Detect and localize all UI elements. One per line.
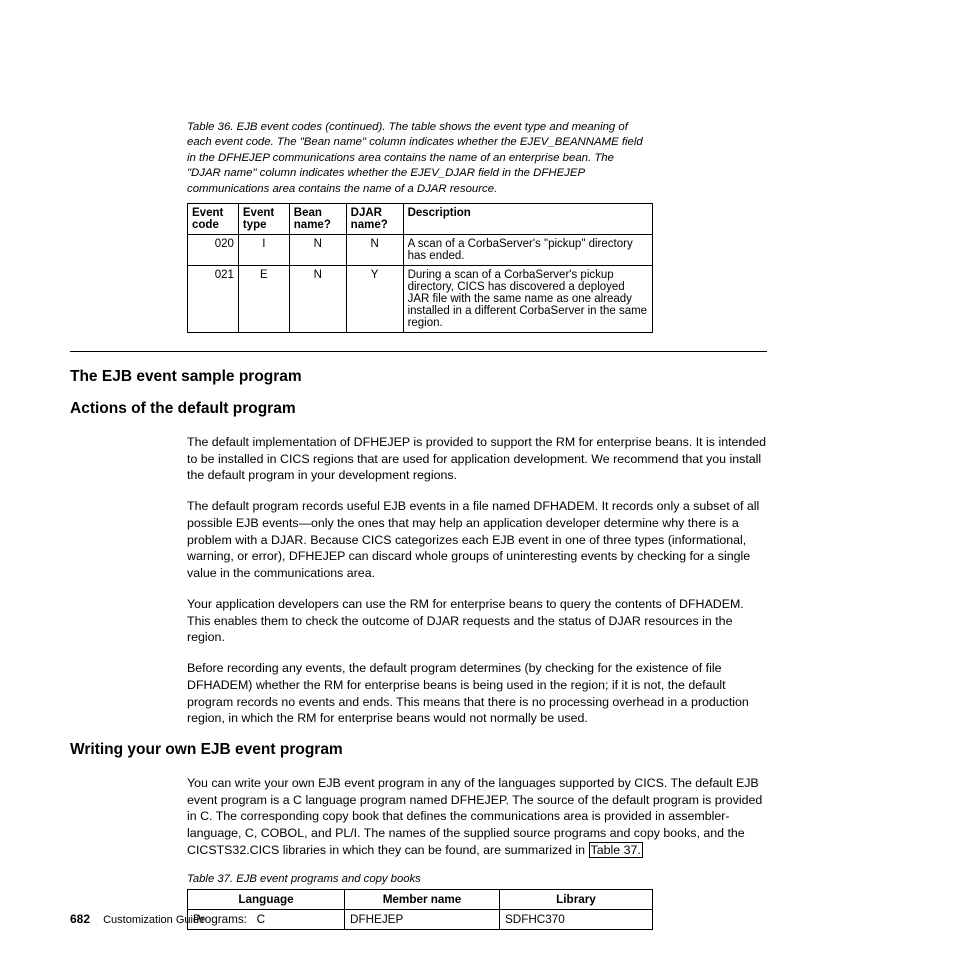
cell-event-type: I xyxy=(238,234,289,265)
th-bean-name: Bean name? xyxy=(289,203,346,234)
th-djar-name: DJAR name? xyxy=(346,203,403,234)
paragraph-text: You can write your own EJB event program… xyxy=(187,776,762,857)
cell-description: During a scan of a CorbaServer's pickup … xyxy=(403,265,652,332)
cell-djar-name: N xyxy=(346,234,403,265)
table-row: Programs: C DFHEJEP SDFHC370 xyxy=(188,909,653,929)
cell-library: SDFHC370 xyxy=(499,909,652,929)
paragraph: Your application developers can use the … xyxy=(187,596,767,646)
page-footer: 682 Customization Guide xyxy=(70,912,205,926)
th-language: Language xyxy=(188,889,345,909)
paragraph: The default implementation of DFHEJEP is… xyxy=(187,434,767,484)
table-row: 020 I N N A scan of a CorbaServer's "pic… xyxy=(188,234,653,265)
table-row: 021 E N Y During a scan of a CorbaServer… xyxy=(188,265,653,332)
page: Table 36. EJB event codes (continued). T… xyxy=(0,0,954,954)
cell-djar-name: Y xyxy=(346,265,403,332)
table-37: Language Member name Library Programs: C… xyxy=(187,889,653,930)
th-member: Member name xyxy=(345,889,500,909)
cell-event-code: 020 xyxy=(188,234,239,265)
page-number: 682 xyxy=(70,912,90,926)
table36-header-row: Event code Event type Bean name? DJAR na… xyxy=(188,203,653,234)
language-value: C xyxy=(257,913,265,926)
th-event-type: Event type xyxy=(238,203,289,234)
paragraph: The default program records useful EJB e… xyxy=(187,498,767,582)
cell-bean-name: N xyxy=(289,234,346,265)
heading-ejb-sample: The EJB event sample program xyxy=(70,368,767,386)
cell-description: A scan of a CorbaServer's "pickup" direc… xyxy=(403,234,652,265)
table-reference-link[interactable]: Table 37. xyxy=(589,842,643,858)
body-text: The default implementation of DFHEJEP is… xyxy=(187,434,767,727)
cell-bean-name: N xyxy=(289,265,346,332)
th-event-code: Event code xyxy=(188,203,239,234)
table37-caption: Table 37. EJB event programs and copy bo… xyxy=(187,873,767,885)
section-rule xyxy=(70,351,767,352)
table37-header-row: Language Member name Library xyxy=(188,889,653,909)
th-library: Library xyxy=(499,889,652,909)
cell-event-code: 021 xyxy=(188,265,239,332)
paragraph: Before recording any events, the default… xyxy=(187,660,767,727)
th-description: Description xyxy=(403,203,652,234)
table-36: Event code Event type Bean name? DJAR na… xyxy=(187,203,653,333)
table36-caption: Table 36. EJB event codes (continued). T… xyxy=(187,120,647,197)
heading-writing-own: Writing your own EJB event program xyxy=(70,741,767,759)
cell-language: Programs: C xyxy=(188,909,345,929)
body-text-2: You can write your own EJB event program… xyxy=(187,775,767,859)
cell-event-type: E xyxy=(238,265,289,332)
footer-title: Customization Guide xyxy=(103,914,205,926)
cell-member: DFHEJEP xyxy=(345,909,500,929)
heading-actions-default: Actions of the default program xyxy=(70,400,767,418)
paragraph: You can write your own EJB event program… xyxy=(187,775,767,859)
